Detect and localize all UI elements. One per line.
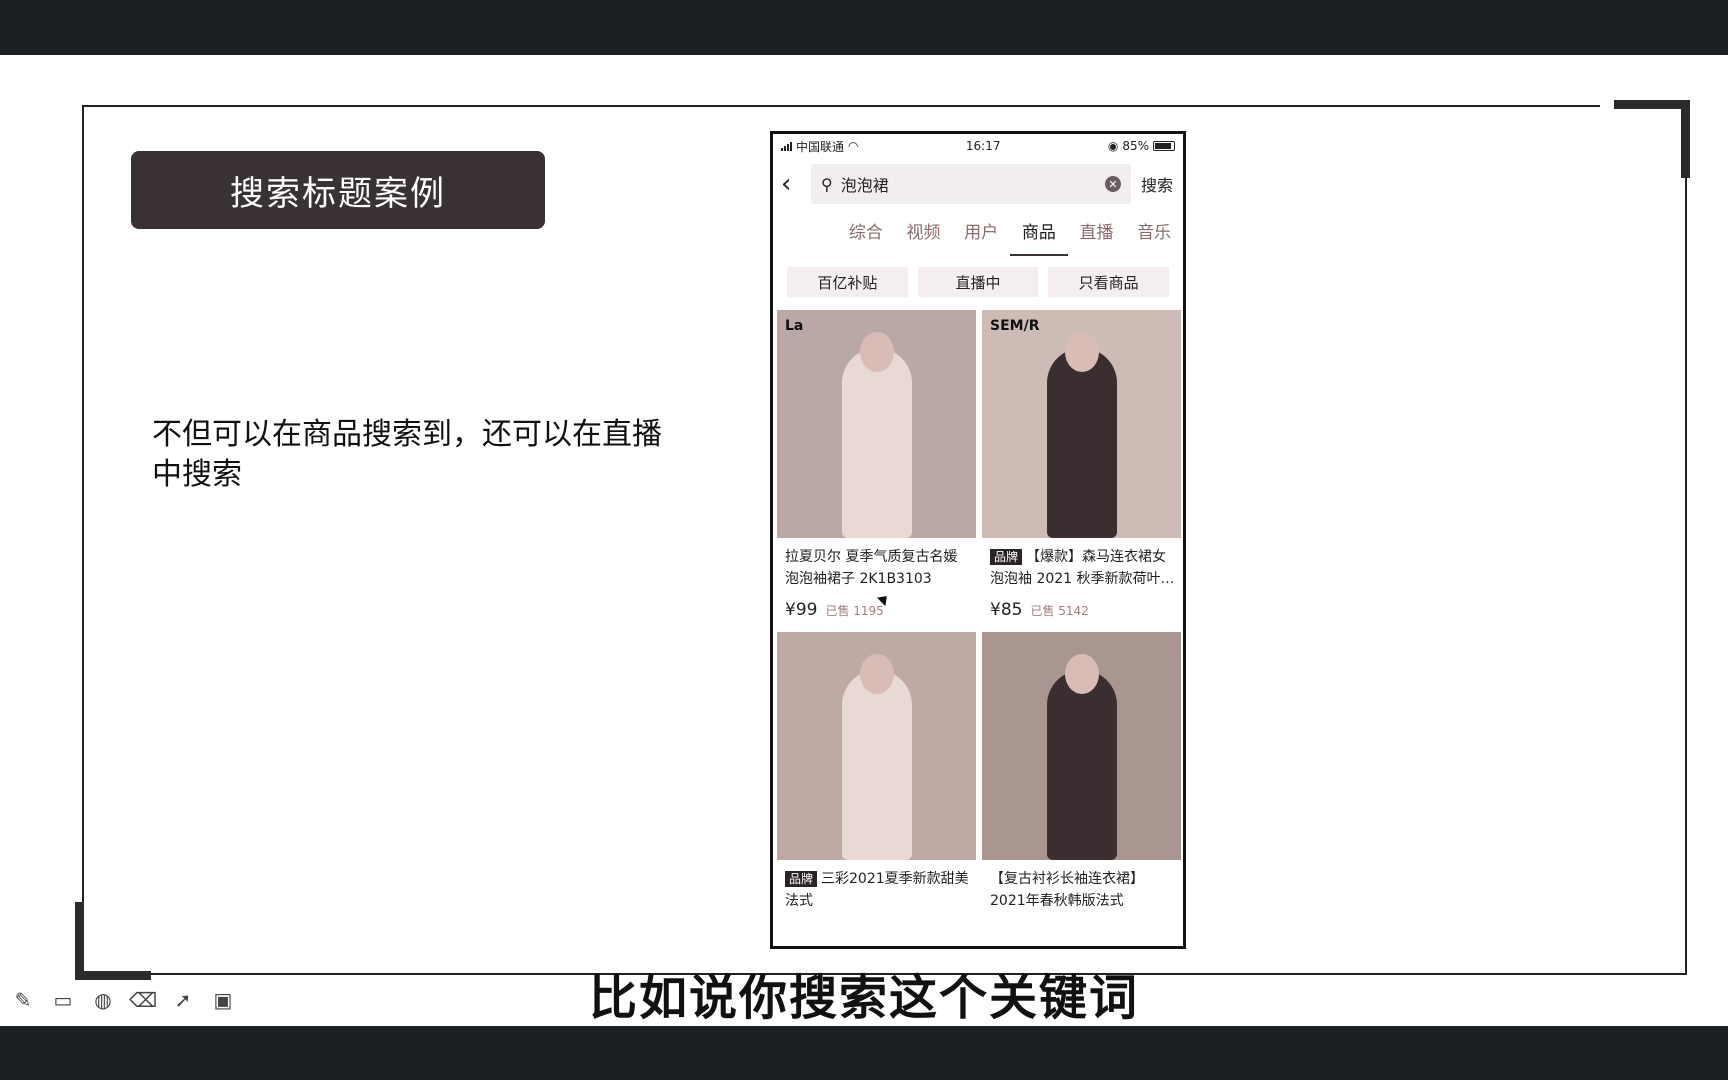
clear-icon[interactable]: ✕ xyxy=(1105,176,1121,192)
result-tabs: 综合 视频 用户 商品 直播 音乐 xyxy=(773,210,1183,258)
clock: 16:17 xyxy=(965,139,1001,153)
sold-count: 已售 1195 xyxy=(825,604,884,618)
search-query: 泡泡裙 xyxy=(840,176,889,195)
filter-chips: 百亿补贴 直播中 只看商品 xyxy=(773,262,1183,302)
screen-share-icon[interactable]: ▣ xyxy=(210,987,236,1013)
wifi-icon: ◠ xyxy=(848,139,859,153)
window-icon[interactable]: ▭ xyxy=(50,987,76,1013)
search-button[interactable]: 搜索 xyxy=(1141,172,1175,196)
status-bar: 中国联通 ◠ 16:17 ◉ 85% xyxy=(773,134,1183,158)
tab-item[interactable]: 音乐 xyxy=(1125,210,1183,258)
carrier: 中国联通 xyxy=(796,139,845,154)
model-figure xyxy=(841,670,912,860)
product-price: ¥99 xyxy=(785,600,818,620)
brand-tag: 品牌 xyxy=(785,871,818,887)
annotation-toolbar: ✎ ▭ ◍ ⌫ ➚ ▣ xyxy=(10,987,236,1013)
signal-icon xyxy=(781,141,792,151)
tab-item[interactable]: 用户 xyxy=(952,210,1010,258)
back-arrow-icon[interactable]: ‹ xyxy=(781,169,801,199)
product-image: SEM/R xyxy=(982,310,1181,538)
bottom-letterbox xyxy=(0,1026,1728,1080)
product-card[interactable]: 【复古衬衫长袖连衣裙】2021年春秋韩版法式 xyxy=(982,632,1181,946)
product-image: La xyxy=(777,310,976,538)
product-price: ¥85 xyxy=(990,600,1023,620)
top-letterbox xyxy=(0,0,1728,55)
search-row: ‹ ⚲ 泡泡裙 ✕ 搜索 xyxy=(773,158,1183,210)
battery-percent: 85% xyxy=(1122,139,1149,153)
pencil-icon[interactable]: ✎ xyxy=(10,987,36,1013)
battery-icon xyxy=(1153,141,1175,151)
product-card[interactable]: 品牌 三彩2021夏季新款甜美法式 xyxy=(777,632,976,946)
presentation-slide: 搜索标题案例 不但可以在商品搜索到，还可以在直播中搜索 中国联通 ◠ 16:17… xyxy=(0,55,1728,1026)
filter-chip[interactable]: 百亿补贴 xyxy=(787,267,908,297)
product-grid: La 拉夏贝尔 夏季气质复古名媛泡泡袖裙子 2K1B3103 ¥99 已售 1195 S… xyxy=(773,302,1183,946)
product-image xyxy=(777,632,976,860)
filter-chip[interactable]: 直播中 xyxy=(917,267,1039,297)
tab-item[interactable]: 综合 xyxy=(837,210,895,258)
tab-item[interactable]: 直播 xyxy=(1068,210,1126,258)
model-figure xyxy=(1046,670,1117,860)
brand-tag: 品牌 xyxy=(990,549,1023,565)
brand-mark: SEM/R xyxy=(990,318,1040,334)
product-card[interactable]: La 拉夏贝尔 夏季气质复古名媛泡泡袖裙子 2K1B3103 ¥99 已售 1195 xyxy=(777,310,976,632)
product-title: 拉夏贝尔 夏季气质复古名媛泡泡袖裙子 2K1B3103 xyxy=(785,549,958,587)
model-figure xyxy=(1046,348,1117,538)
product-title: 【复古衬衫长袖连衣裙】2021年春秋韩版法式 xyxy=(990,871,1144,909)
corner-decoration xyxy=(1681,100,1690,178)
eraser-icon[interactable]: ⌫ xyxy=(129,987,157,1013)
sold-count: 已售 5142 xyxy=(1030,604,1089,618)
model-figure xyxy=(841,348,912,538)
search-icon: ⚲ xyxy=(821,174,833,194)
video-subtitle: 比如说你搜索这个关键词 xyxy=(588,970,1139,1026)
slide-title: 搜索标题案例 xyxy=(131,151,545,229)
phone-screenshot: 中国联通 ◠ 16:17 ◉ 85% ‹ ⚲ 泡泡裙 ✕ 搜索 综合 视频 用户 商品… xyxy=(770,131,1186,949)
tab-item[interactable]: 视频 xyxy=(895,210,953,258)
corner-decoration xyxy=(1614,100,1690,109)
filter-chip[interactable]: 只看商品 xyxy=(1048,267,1170,297)
product-card[interactable]: SEM/R 品牌 【爆款】森马连衣裙女泡泡袖 2021 秋季新款荷叶… ¥85 已售 5… xyxy=(982,310,1181,632)
slide-body-text: 不但可以在商品搜索到，还可以在直播中搜索 xyxy=(152,417,662,492)
product-image xyxy=(982,632,1181,860)
palette-icon[interactable]: ◍ xyxy=(90,987,116,1013)
brand-mark: La xyxy=(785,318,804,334)
search-input[interactable]: ⚲ 泡泡裙 ✕ xyxy=(811,164,1131,204)
lock-rotation-icon: ◉ xyxy=(1107,139,1119,153)
pointer-icon[interactable]: ➚ xyxy=(170,987,196,1013)
tab-item[interactable]: 商品 xyxy=(1010,210,1068,258)
